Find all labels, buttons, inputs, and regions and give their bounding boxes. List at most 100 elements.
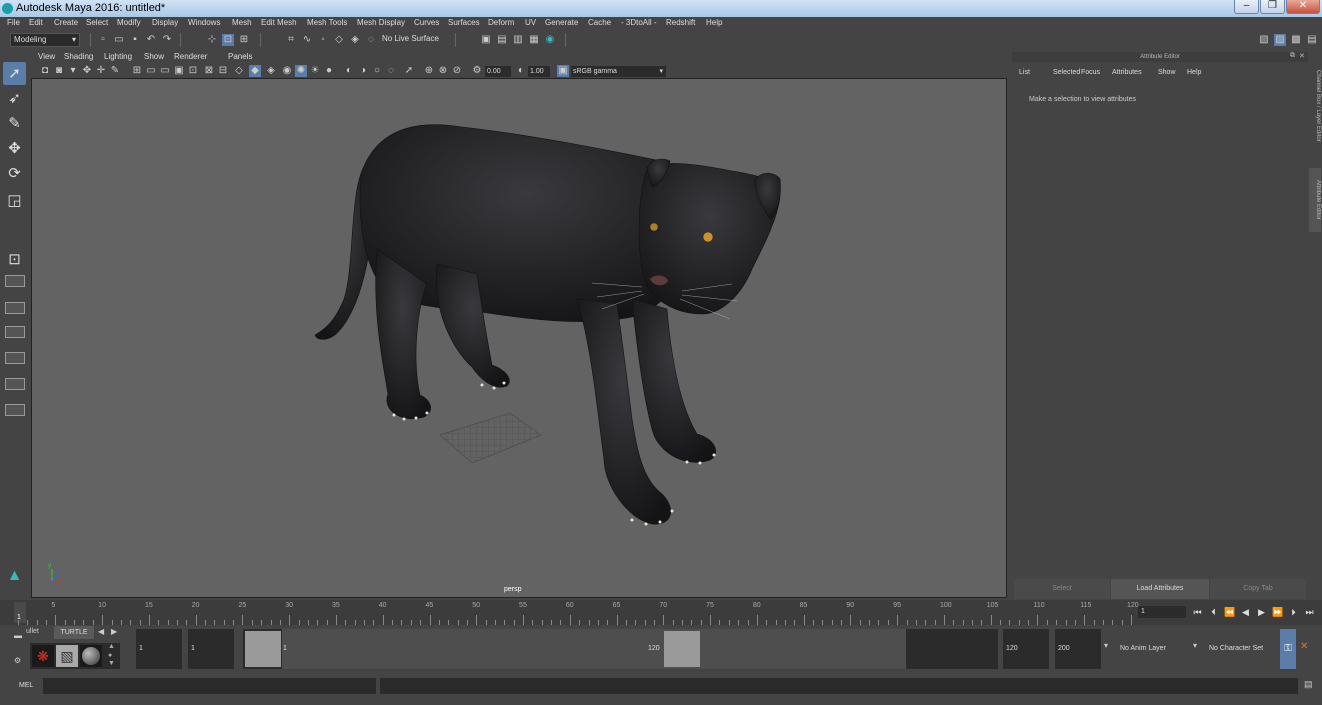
snap-point-icon[interactable]: ◦: [317, 34, 329, 46]
go-to-start-icon[interactable]: ⏮: [1192, 607, 1203, 618]
use-all-lights-icon[interactable]: ✺: [295, 65, 307, 77]
range-start-handle[interactable]: [245, 631, 281, 667]
float-panel-icon[interactable]: ⧉: [1290, 52, 1295, 60]
color-space-dropdown[interactable]: sRGB gamma ▾: [571, 66, 666, 77]
chevron-down-icon[interactable]: ▾: [1104, 641, 1108, 650]
maximize-button[interactable]: ❐: [1260, 0, 1285, 14]
menu-surfaces[interactable]: Surfaces: [448, 18, 480, 27]
wireframe-on-shaded-icon[interactable]: ◈: [265, 65, 277, 77]
range-slider[interactable]: 1 120: [243, 629, 998, 669]
animation-prefs-icon[interactable]: ✕: [1300, 641, 1308, 652]
menu-modify[interactable]: Modify: [117, 18, 141, 27]
load-attributes-button[interactable]: Load Attributes: [1111, 579, 1209, 599]
shelf-settings-icon[interactable]: ⚙: [14, 656, 21, 665]
minimize-button[interactable]: –: [1234, 0, 1259, 14]
menu-mesh-display[interactable]: Mesh Display: [357, 18, 405, 27]
image-plane-icon[interactable]: ✥: [81, 65, 93, 77]
command-input[interactable]: [43, 678, 376, 694]
panther-model[interactable]: [314, 124, 781, 525]
shelf-tab-turtle[interactable]: TURTLE: [54, 626, 94, 639]
step-forward-key-icon[interactable]: ⏩: [1272, 607, 1283, 618]
menu-uv[interactable]: UV: [525, 18, 536, 27]
select-object-icon[interactable]: ⊡: [222, 34, 234, 46]
attribute-editor-tab[interactable]: Attribute Editor: [1309, 168, 1321, 232]
snap-view-icon[interactable]: ◇: [333, 34, 345, 46]
attr-menu-selected[interactable]: Selected: [1053, 69, 1080, 76]
sphere-shelf-icon[interactable]: [80, 645, 102, 667]
menu-cache[interactable]: Cache: [588, 18, 611, 27]
hypershade-icon[interactable]: ▦: [528, 34, 540, 46]
menu-edit-mesh[interactable]: Edit Mesh: [261, 18, 297, 27]
anim-layer-dropdown[interactable]: No Anim Layer: [1117, 629, 1187, 669]
motion-blur-icon[interactable]: ◐: [343, 65, 355, 77]
menu-generate[interactable]: Generate: [545, 18, 578, 27]
snap-grid-icon[interactable]: ⌗: [285, 34, 297, 46]
camera-attributes-icon[interactable]: ◙: [53, 65, 65, 77]
paint-select-tool-icon[interactable]: ✎: [3, 112, 26, 135]
start-time-input[interactable]: 1: [136, 629, 182, 669]
snap-surface-icon[interactable]: ◈: [349, 34, 361, 46]
scale-tool-icon[interactable]: ◲: [3, 189, 26, 212]
maya-home-icon[interactable]: ▲: [3, 564, 26, 587]
safe-action-icon[interactable]: ⊠: [203, 65, 215, 77]
render-settings-icon[interactable]: ▥: [512, 34, 524, 46]
range-end-input[interactable]: 120: [1003, 629, 1049, 669]
shelf-prev-icon[interactable]: ◀: [98, 627, 104, 636]
menu-create[interactable]: Create: [54, 18, 78, 27]
exposure-icon[interactable]: ⚙: [471, 65, 483, 77]
two-pane-horizontal-layout-icon[interactable]: [5, 326, 25, 338]
wireframe-icon[interactable]: ◇: [233, 65, 245, 77]
perspective-viewport[interactable]: y x z persp: [31, 78, 1007, 598]
render-ipr-icon[interactable]: ▤: [496, 34, 508, 46]
viewport-menu-lighting[interactable]: Lighting: [104, 52, 132, 61]
single-pane-layout-icon[interactable]: ⊡: [3, 248, 26, 271]
gamma-icon[interactable]: ◐: [515, 65, 527, 77]
shelf-scroll-up-icon[interactable]: ▲: [108, 643, 115, 650]
xray-icon[interactable]: ◌: [385, 65, 397, 77]
attr-menu-show[interactable]: Show: [1158, 69, 1176, 76]
open-scene-icon[interactable]: ▭: [113, 34, 125, 46]
exposure-input[interactable]: 0.00: [485, 66, 511, 77]
mode-dropdown[interactable]: Modeling ▾: [10, 33, 80, 47]
close-button[interactable]: ✕: [1286, 0, 1320, 14]
character-set-dropdown[interactable]: No Character Set: [1206, 629, 1276, 669]
rotate-tool-icon[interactable]: ⟳: [3, 162, 26, 185]
modeling-toolkit-icon[interactable]: ▧: [1258, 34, 1270, 46]
menu-mesh[interactable]: Mesh: [232, 18, 252, 27]
save-scene-icon[interactable]: ▪: [129, 34, 141, 46]
backface-culling-icon[interactable]: ⊘: [451, 65, 463, 77]
script-editor-icon[interactable]: ▤: [1304, 679, 1313, 690]
safe-title-icon[interactable]: ⊟: [217, 65, 229, 77]
outliner-persp-layout-icon[interactable]: [5, 352, 25, 364]
viewport-menu-shading[interactable]: Shading: [64, 52, 93, 61]
ambient-occlusion-icon[interactable]: ●: [323, 65, 335, 77]
redo-icon[interactable]: ↷: [161, 34, 173, 46]
attr-menu-help[interactable]: Help: [1187, 69, 1201, 76]
undo-icon[interactable]: ↶: [145, 34, 157, 46]
attr-menu-list[interactable]: List: [1019, 69, 1030, 76]
attr-menu-focus[interactable]: Focus: [1081, 69, 1100, 76]
attribute-editor-toggle-icon[interactable]: ▨: [1274, 34, 1286, 46]
tool-settings-icon[interactable]: ▩: [1290, 34, 1302, 46]
auto-key-icon[interactable]: ⚿: [1280, 629, 1296, 669]
shelf-scroll-mid-icon[interactable]: ●: [108, 652, 112, 659]
play-forwards-icon[interactable]: ▶: [1256, 607, 1267, 618]
lasso-tool-icon[interactable]: ➶: [3, 87, 26, 110]
range-start-input[interactable]: 1: [188, 629, 234, 669]
snap-curve-icon[interactable]: ∿: [301, 34, 313, 46]
menu-select[interactable]: Select: [86, 18, 108, 27]
attr-menu-attributes[interactable]: Attributes: [1112, 69, 1142, 76]
select-tool-icon[interactable]: ➚: [3, 62, 26, 85]
menu-mesh-tools[interactable]: Mesh Tools: [307, 18, 347, 27]
play-backwards-icon[interactable]: ◀: [1240, 607, 1251, 618]
menu-redshift[interactable]: Redshift: [666, 18, 695, 27]
gamma-input[interactable]: 1.00: [528, 66, 550, 77]
bookmark-icon[interactable]: ▾: [67, 65, 79, 77]
render-icon[interactable]: ▣: [480, 34, 492, 46]
channel-box-tab[interactable]: Channel Box / Layer Editor: [1309, 58, 1321, 153]
grid-toggle-icon[interactable]: ⊞: [131, 65, 143, 77]
smooth-shade-icon[interactable]: ◆: [249, 65, 261, 77]
time-slider[interactable]: 1 5 10 15 20 25 30 35 40 45 50 55 60 65 70 75 80 85 90 95 1…: [0, 600, 1322, 625]
isolate-select-icon[interactable]: ➚: [403, 65, 415, 77]
end-time-input[interactable]: 200: [1055, 629, 1101, 669]
